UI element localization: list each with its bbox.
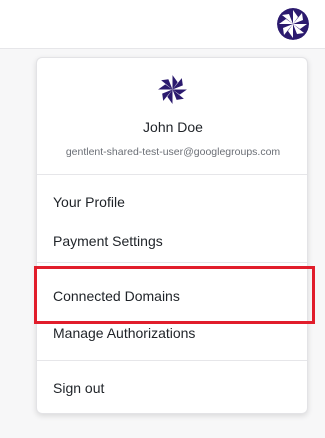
payment-settings-menu-item[interactable]: Payment Settings (37, 224, 307, 258)
divider (37, 174, 307, 175)
manage-authorizations-menu-item[interactable]: Manage Authorizations (37, 316, 307, 350)
your-profile-menu-item[interactable]: Your Profile (37, 185, 307, 219)
connected-domains-menu-item[interactable]: Connected Domains (37, 279, 307, 313)
top-bar (0, 0, 325, 49)
user-avatar-icon[interactable] (277, 8, 309, 40)
user-email: gentlent-shared-test-user@googlegroups.c… (65, 146, 281, 158)
account-dropdown-menu: John Doe gentlent-shared-test-user@googl… (36, 57, 308, 414)
divider (37, 360, 307, 361)
divider (37, 262, 307, 263)
sign-out-menu-item[interactable]: Sign out (37, 371, 307, 405)
user-avatar-icon (156, 73, 189, 106)
user-name: John Doe (143, 119, 203, 135)
